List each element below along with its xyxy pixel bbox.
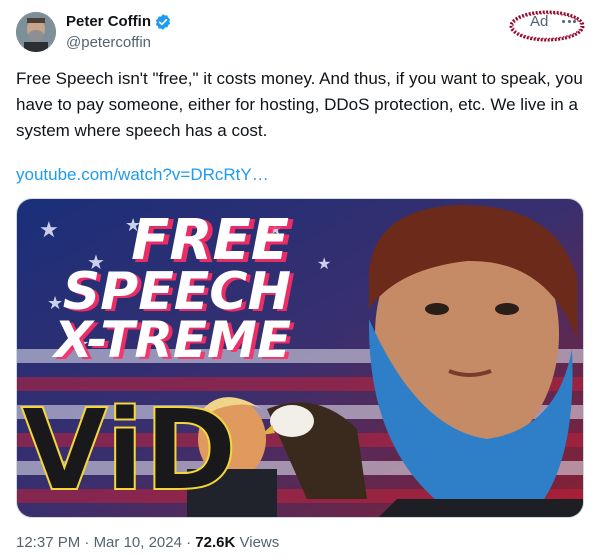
tweet-text: Free Speech isn't "free," it costs money… <box>16 69 583 140</box>
views-count[interactable]: 72.6K <box>195 534 235 551</box>
author-name-text[interactable]: Peter Coffin <box>66 12 151 32</box>
svg-text:★: ★ <box>39 218 59 243</box>
vid-logo: ViD <box>20 385 238 517</box>
ad-label: Ad <box>530 13 549 30</box>
tweet-link[interactable]: youtube.com/watch?v=DRcRtY… <box>16 162 269 188</box>
tweet-time[interactable]: 12:37 PM <box>16 534 80 551</box>
video-thumbnail-image: ★ ★ ★ ★ ★ ★ ★ ViD FREE FREE SPEECH SPEEC… <box>17 199 583 517</box>
views-label[interactable]: Views <box>240 534 280 551</box>
author-name[interactable]: Peter Coffin <box>66 12 172 32</box>
more-horizontal-icon[interactable] <box>558 11 580 31</box>
tweet-date[interactable]: Mar 10, 2024 <box>94 534 182 551</box>
ad-area: Ad <box>508 8 586 44</box>
media-thumbnail[interactable]: ★ ★ ★ ★ ★ ★ ★ ViD FREE FREE SPEECH SPEEC… <box>16 198 584 518</box>
author-handle[interactable]: @petercoffin <box>66 33 151 53</box>
avatar[interactable] <box>16 12 56 52</box>
svg-text:★: ★ <box>317 254 331 273</box>
tweet-meta: 12:37 PM · Mar 10, 2024 · 72.6K Views <box>16 533 279 553</box>
svg-text:X-TREME: X-TREME <box>51 311 291 369</box>
separator: · <box>186 534 192 551</box>
verified-badge-icon <box>155 14 171 30</box>
tweet: Peter Coffin @petercoffin Ad Free Speech… <box>0 0 600 560</box>
separator: · <box>84 534 90 551</box>
svg-text:ViD: ViD <box>21 386 237 516</box>
